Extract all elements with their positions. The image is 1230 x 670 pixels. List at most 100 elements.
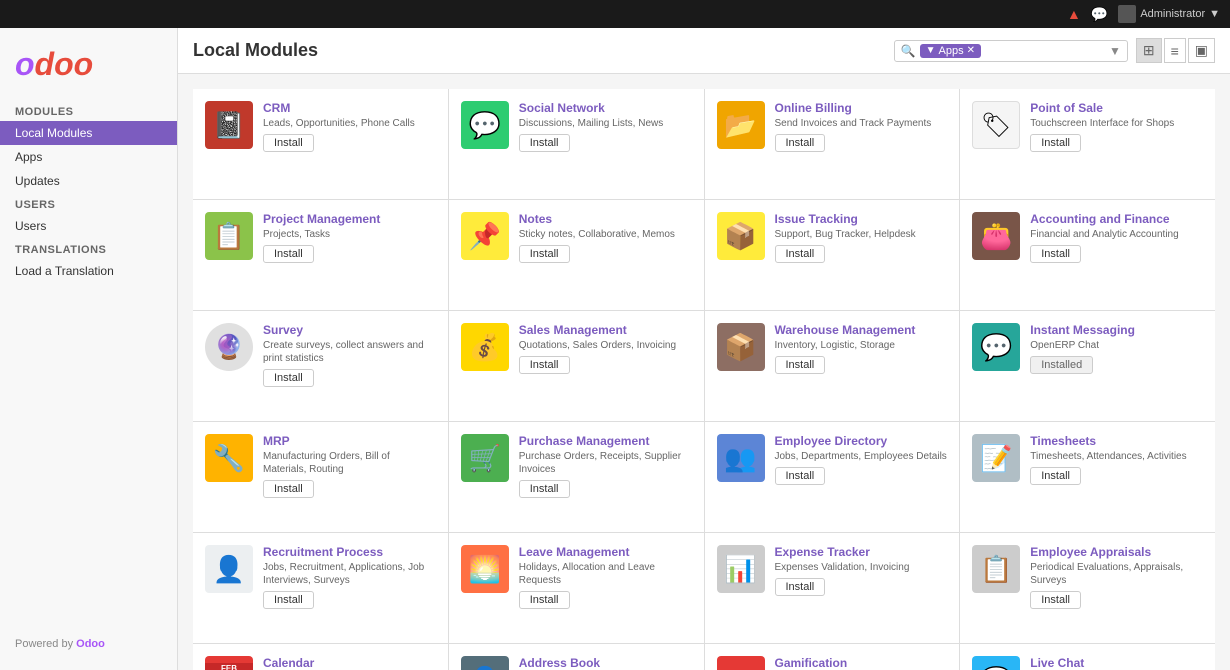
module-header: 📋 Project Management Projects, Tasks Ins… [205,212,436,263]
content-body: 📓 CRM Leads, Opportunities, Phone Calls … [178,74,1230,670]
logo: o doo [0,38,177,100]
install-button[interactable]: Install [263,369,314,387]
module-info: CRM Leads, Opportunities, Phone Calls In… [263,101,436,152]
module-name: Timesheets [1030,434,1203,448]
module-info: Purchase Management Purchase Orders, Rec… [519,434,692,498]
module-card: 👥 Employee Directory Jobs, Departments, … [705,422,960,532]
module-desc: Periodical Evaluations, Appraisals, Surv… [1030,561,1203,587]
search-bar: 🔍 ▼ Apps ✕ ▼ [894,40,1128,62]
module-info: Recruitment Process Jobs, Recruitment, A… [263,545,436,609]
chat-icon[interactable]: 💬 [1091,6,1108,23]
chevron-down-icon: ▼ [1209,8,1220,20]
module-name: Recruitment Process [263,545,436,559]
module-name: Notes [519,212,692,226]
install-button[interactable]: Install [263,245,314,263]
module-desc: Create surveys, collect answers and prin… [263,339,436,365]
topbar: ▲ 💬 Administrator ▼ [0,0,1230,28]
sidebar-item-local-modules[interactable]: Local Modules [0,121,177,145]
module-card: 👤 Recruitment Process Jobs, Recruitment,… [193,533,448,643]
install-button[interactable]: Install [775,578,826,596]
module-card: 📝 Timesheets Timesheets, Attendances, Ac… [960,422,1215,532]
install-button[interactable]: Install [263,134,314,152]
module-icon: 💬 [972,323,1020,371]
brand-name: Odoo [76,638,105,650]
filter-tag[interactable]: ▼ Apps ✕ [920,44,981,58]
kanban-view-button[interactable]: ▣ [1188,38,1215,63]
module-header: 💬 Live Chat Live Chat with Visitors/Cust… [972,656,1203,670]
module-card: 💬 Social Network Discussions, Mailing Li… [449,89,704,199]
install-button[interactable]: Install [519,480,570,498]
module-header: 📦 Issue Tracking Support, Bug Tracker, H… [717,212,948,263]
sidebar-item-apps[interactable]: Apps [0,145,177,169]
module-icon: 👛 [972,212,1020,260]
module-icon: 📋 [205,212,253,260]
module-desc: Sticky notes, Collaborative, Memos [519,228,692,241]
sidebar-item-users[interactable]: Users [0,214,177,238]
install-button[interactable]: Install [1030,134,1081,152]
content-header: Local Modules 🔍 ▼ Apps ✕ ▼ ⊞ ≡ ▣ [178,28,1230,74]
module-card: 📂 Online Billing Send Invoices and Track… [705,89,960,199]
module-name: Employee Appraisals [1030,545,1203,559]
module-icon: 📂 [717,101,765,149]
grid-view-button[interactable]: ⊞ [1136,38,1162,63]
module-header: 📊 Expense Tracker Expenses Validation, I… [717,545,948,596]
install-button[interactable]: Install [263,591,314,609]
module-icon: FEB 24 [205,656,253,670]
module-icon: 📝 [972,434,1020,482]
module-info: Sales Management Quotations, Sales Order… [519,323,692,374]
filter-close-icon[interactable]: ✕ [967,45,975,56]
module-name: Issue Tracking [775,212,948,226]
install-button[interactable]: Install [519,356,570,374]
content-area: Local Modules 🔍 ▼ Apps ✕ ▼ ⊞ ≡ ▣ [178,28,1230,670]
install-button[interactable]: Install [519,591,570,609]
install-button[interactable]: Install [1030,591,1081,609]
module-icon: 👤 [205,545,253,593]
module-icon: 🛒 [461,434,509,482]
module-info: Live Chat Live Chat with Visitors/Custom… [1030,656,1203,670]
list-view-button[interactable]: ≡ [1164,38,1186,63]
module-info: Gamification Install [775,656,948,670]
module-header: 💰 Sales Management Quotations, Sales Ord… [461,323,692,374]
module-info: Instant Messaging OpenERP Chat Installed [1030,323,1203,374]
install-button[interactable]: Install [519,134,570,152]
admin-menu[interactable]: Administrator ▼ [1118,5,1220,23]
filter-label: Apps [939,45,964,57]
install-button[interactable]: Install [1030,467,1081,485]
module-card: 🔮 Survey Create surveys, collect answers… [193,311,448,421]
search-input[interactable] [985,44,1105,58]
module-name: Instant Messaging [1030,323,1203,337]
module-desc: Inventory, Logistic, Storage [775,339,948,352]
module-icon: 🎮 [717,656,765,670]
module-name: Accounting and Finance [1030,212,1203,226]
install-button[interactable]: Install [263,480,314,498]
install-button[interactable]: Install [775,467,826,485]
search-options-icon[interactable]: ▼ [1109,44,1121,58]
module-card: 🔧 MRP Manufacturing Orders, Bill of Mate… [193,422,448,532]
module-info: Issue Tracking Support, Bug Tracker, Hel… [775,212,948,263]
module-header: 💬 Social Network Discussions, Mailing Li… [461,101,692,152]
view-buttons: ⊞ ≡ ▣ [1136,38,1215,63]
module-desc: Discussions, Mailing Lists, News [519,117,692,130]
module-card: 📊 Expense Tracker Expenses Validation, I… [705,533,960,643]
sidebar-item-load-translation[interactable]: Load a Translation [0,259,177,283]
module-card: 📌 Notes Sticky notes, Collaborative, Mem… [449,200,704,310]
module-desc: Holidays, Allocation and Leave Requests [519,561,692,587]
alert-icon[interactable]: ▲ [1067,6,1081,22]
modules-grid: 📓 CRM Leads, Opportunities, Phone Calls … [193,89,1215,670]
module-icon: 🔧 [205,434,253,482]
install-button[interactable]: Install [775,134,826,152]
sidebar-item-updates[interactable]: Updates [0,169,177,193]
module-header: 🎮 Gamification Install [717,656,948,670]
install-button[interactable]: Install [775,356,826,374]
module-card: 👤 Address Book Contacts, People and Comp… [449,644,704,670]
module-card: 📦 Warehouse Management Inventory, Logist… [705,311,960,421]
module-info: Accounting and Finance Financial and Ana… [1030,212,1203,263]
module-header: 👥 Employee Directory Jobs, Departments, … [717,434,948,485]
module-header: 📋 Employee Appraisals Periodical Evaluat… [972,545,1203,609]
install-button[interactable]: Install [1030,245,1081,263]
install-button[interactable]: Install [519,245,570,263]
install-button[interactable]: Install [775,245,826,263]
module-icon: 📦 [717,212,765,260]
module-icon: 📓 [205,101,253,149]
installed-badge: Installed [1030,356,1093,374]
